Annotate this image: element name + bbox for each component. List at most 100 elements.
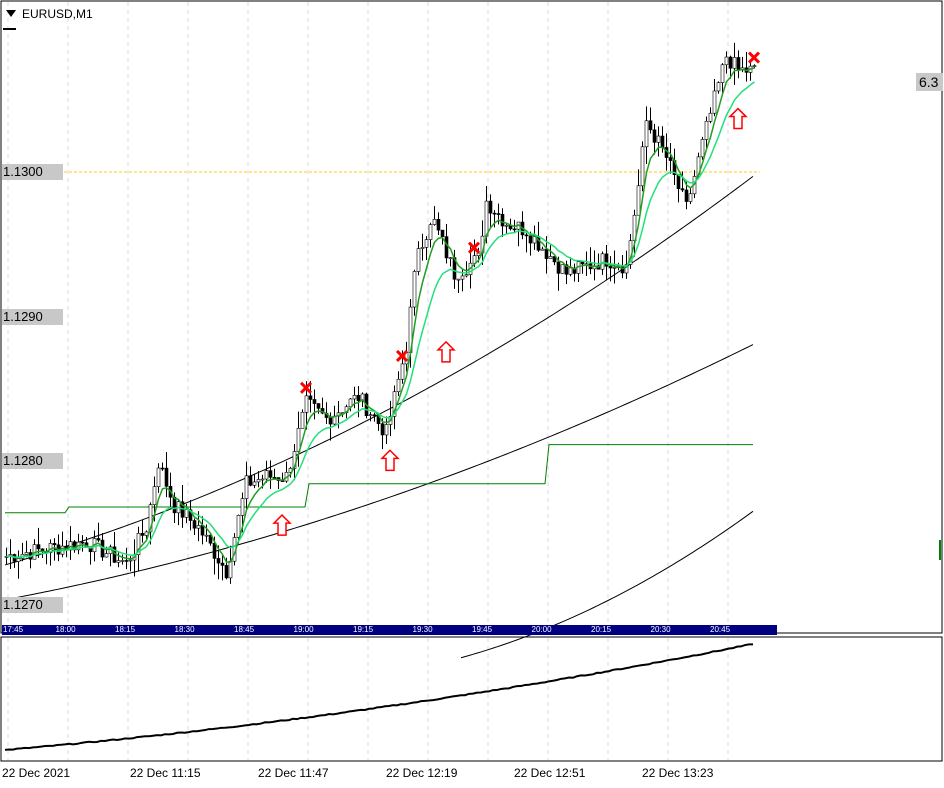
candle-body xyxy=(224,565,229,579)
candle-body xyxy=(556,261,561,274)
candle-body xyxy=(304,395,309,413)
candle-body xyxy=(200,525,205,536)
candle-body xyxy=(684,189,689,202)
candle-body xyxy=(752,65,757,67)
indicator-pane-border xyxy=(0,636,943,762)
candle-body xyxy=(444,236,449,259)
candle-body xyxy=(36,544,41,550)
candle-body xyxy=(544,248,549,259)
date-label: 22 Dec 2021 xyxy=(2,766,71,780)
candle-body xyxy=(356,395,361,402)
candle-body xyxy=(496,213,501,215)
candle-body xyxy=(116,560,121,563)
candle-body xyxy=(212,542,217,559)
candle-body xyxy=(396,378,401,393)
candle-body xyxy=(152,486,157,505)
candle-body xyxy=(524,234,529,237)
candle-body xyxy=(196,525,201,529)
time-axis-bar: 17:45 18:00 18:15 18:30 18:45 19:00 19:15 19:30… xyxy=(2,625,777,635)
time-label: 20:30 xyxy=(650,625,671,634)
candle-body xyxy=(724,56,729,66)
candle-body xyxy=(144,531,149,536)
candle-body xyxy=(204,534,209,537)
chart-menu-icon[interactable] xyxy=(6,10,16,17)
candle-body xyxy=(52,543,57,546)
candle-body xyxy=(316,403,321,409)
time-label: 19:45 xyxy=(472,625,493,634)
candle-body xyxy=(656,135,661,143)
candle-body xyxy=(272,477,277,479)
candle-body xyxy=(660,135,665,148)
candle-body xyxy=(416,248,421,272)
candle-body xyxy=(120,560,125,562)
moving-average-ma3 xyxy=(460,510,754,659)
price-label: 1.1300 xyxy=(2,164,63,180)
candle-body xyxy=(560,264,565,274)
candle-body xyxy=(216,558,221,564)
buy-arrow-icon xyxy=(380,449,400,472)
price-label: 1.1290 xyxy=(2,309,63,325)
candle-body xyxy=(476,252,481,256)
candle-body xyxy=(600,253,605,270)
candle-body xyxy=(488,200,493,214)
candle-body xyxy=(500,213,505,227)
candle-body xyxy=(260,478,265,481)
candle-body xyxy=(648,120,653,131)
candle-body xyxy=(652,129,657,143)
candle-body xyxy=(432,219,437,225)
candle-body xyxy=(668,157,673,161)
buy-arrow-icon xyxy=(272,514,292,536)
chart-canvas[interactable] xyxy=(0,0,944,788)
candle-body xyxy=(244,475,249,499)
candle-body xyxy=(268,470,273,478)
candle-body xyxy=(732,57,737,69)
candle-body xyxy=(80,541,85,544)
candle-body xyxy=(412,271,417,308)
candle-body xyxy=(436,219,441,231)
candle-body xyxy=(716,82,721,92)
time-label: 19:00 xyxy=(293,625,314,634)
indicator-value-label: 6.3 xyxy=(916,73,943,91)
candle-body xyxy=(96,538,101,541)
candle-body xyxy=(456,278,461,281)
candle-body xyxy=(124,560,129,562)
candle-body xyxy=(24,552,29,555)
candle-body xyxy=(308,395,313,400)
candle-body xyxy=(504,224,509,227)
candle-body xyxy=(428,224,433,240)
candle-body xyxy=(512,228,517,231)
candle-body xyxy=(372,414,377,417)
candle-body xyxy=(164,467,169,487)
candle-body xyxy=(368,414,373,417)
candle-body xyxy=(228,560,233,579)
date-label: 22 Dec 11:15 xyxy=(130,766,201,780)
candle-body xyxy=(700,139,705,158)
candle-body xyxy=(256,479,261,483)
candle-body xyxy=(104,553,109,558)
candle-body xyxy=(644,120,649,148)
candle-body xyxy=(540,248,545,251)
candle-body xyxy=(160,467,165,470)
candle-body xyxy=(220,562,225,566)
candle-body xyxy=(128,559,133,562)
buy-arrow-icon xyxy=(728,107,748,130)
candle-body xyxy=(300,411,305,429)
candle-body xyxy=(464,274,469,277)
time-label: 20:15 xyxy=(591,625,612,634)
time-label: 18:15 xyxy=(115,625,136,634)
candle-body xyxy=(636,185,641,216)
step-level-line xyxy=(5,444,753,514)
date-label: 22 Dec 12:19 xyxy=(386,766,458,780)
candle-body xyxy=(420,247,425,249)
candle-body xyxy=(352,395,357,400)
price-label: 1.1270 xyxy=(2,597,63,613)
candle-body xyxy=(380,423,385,436)
date-label: 22 Dec 11:47 xyxy=(258,766,329,780)
candle-body xyxy=(448,257,453,259)
candle-body xyxy=(736,57,741,70)
time-label: 18:45 xyxy=(234,625,255,634)
candle-body xyxy=(140,533,145,536)
candle-body xyxy=(312,399,317,404)
candle-body xyxy=(236,515,241,538)
candle-body xyxy=(676,174,681,189)
